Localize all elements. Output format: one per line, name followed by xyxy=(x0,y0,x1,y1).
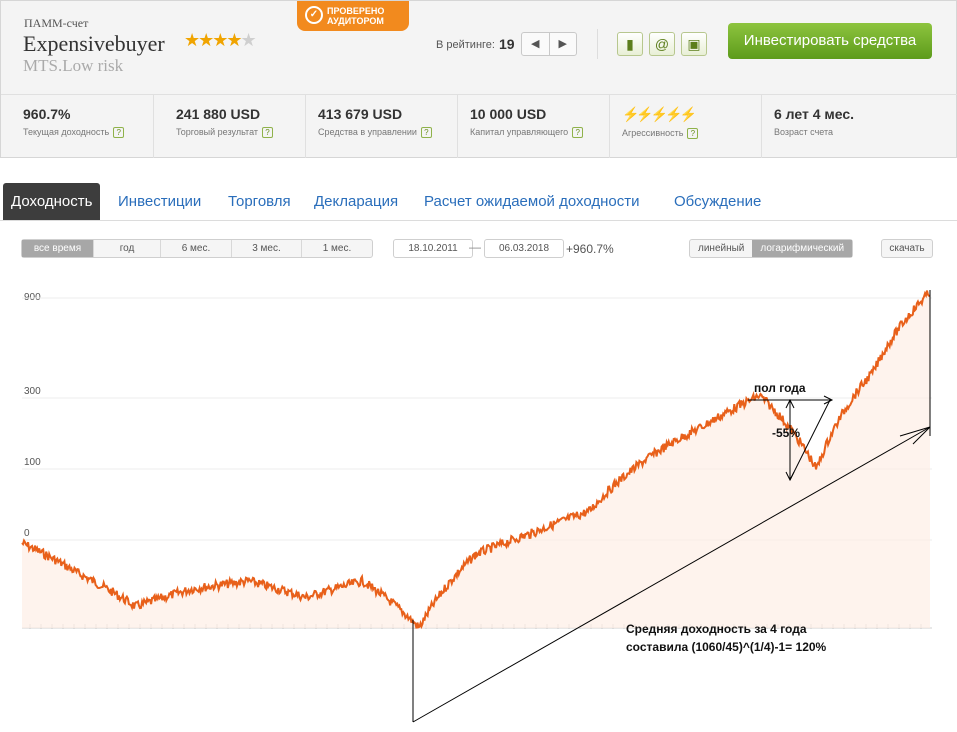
range-3m[interactable]: 3 мес. xyxy=(231,240,301,257)
tab-declaration[interactable]: Декларация xyxy=(314,183,398,220)
stat-value: 6 лет 4 мес. xyxy=(774,106,855,122)
aggressiveness-icon: ⚡⚡⚡⚡⚡ xyxy=(622,106,697,122)
account-name[interactable]: Expensivebuyer xyxy=(23,31,165,57)
rating-label: В рейтинге: xyxy=(436,39,495,51)
scale-log[interactable]: логарифмический xyxy=(752,240,853,257)
stat-value: 413 679 USD xyxy=(318,106,403,122)
stat-aggressiveness: ⚡⚡⚡⚡⚡ Агрессивность? xyxy=(609,95,761,158)
download-button[interactable]: скачать xyxy=(881,239,933,258)
drawdown-annotation: -55% xyxy=(772,426,801,440)
invest-button[interactable]: Инвестировать средства xyxy=(728,23,932,59)
returns-chart xyxy=(21,290,932,723)
range-selector: все время год 6 мес. 3 мес. 1 мес. xyxy=(21,239,373,258)
star-icon: ★★★★ xyxy=(184,30,243,50)
stat-account-age: 6 лет 4 мес. Возраст счета xyxy=(761,95,956,158)
stats-bar: 960.7% Текущая доходность? 241 880 USD Т… xyxy=(1,94,957,158)
tab-expected-return[interactable]: Расчет ожидаемой доходности xyxy=(424,183,640,220)
email-icon: @ xyxy=(654,36,670,52)
seal-icon: ✓ xyxy=(305,6,323,24)
stat-return: 960.7% Текущая доходность? xyxy=(1,95,153,158)
date-to-input[interactable]: 06.03.2018 xyxy=(484,239,564,258)
prev-arrow-icon[interactable]: ◀ xyxy=(522,33,549,55)
audit-badge-label: Проверено аудитором xyxy=(327,6,385,26)
stat-label: Капитал управляющего xyxy=(470,127,569,137)
rating-nav: ◀ ▶ xyxy=(521,32,577,56)
range-year[interactable]: год xyxy=(93,240,160,257)
tab-returns[interactable]: Доходность xyxy=(3,183,101,220)
stat-value: 10 000 USD xyxy=(470,106,547,122)
stat-label: Средства в управлении xyxy=(318,127,417,137)
stat-managed-funds: 413 679 USD Средства в управлении? xyxy=(305,95,457,158)
bookmark-icon: ▮ xyxy=(626,36,634,52)
tab-trading[interactable]: Торговля xyxy=(228,183,291,220)
stat-label: Агрессивность xyxy=(622,128,684,138)
date-from-input[interactable]: 18.10.2011 xyxy=(393,239,473,258)
tab-investments[interactable]: Инвестиции xyxy=(118,183,201,220)
account-subtitle: MTS.Low risk xyxy=(23,56,124,75)
audit-badge: ✓ Проверено аудитором xyxy=(297,1,409,31)
portfolio-button[interactable]: ▣ xyxy=(681,32,707,56)
range-6m[interactable]: 6 мес. xyxy=(160,240,231,257)
help-icon[interactable]: ? xyxy=(113,127,125,138)
period-return: +960.7% xyxy=(566,242,614,256)
date-dash: — xyxy=(469,240,481,254)
help-icon[interactable]: ? xyxy=(262,127,274,138)
help-icon[interactable]: ? xyxy=(420,127,432,138)
stat-label: Торговый результат xyxy=(176,127,259,137)
rating-value: 19 xyxy=(499,36,515,52)
stat-value: 960.7% xyxy=(23,106,71,122)
stat-value: 241 880 USD xyxy=(176,106,261,122)
scale-linear[interactable]: линейный xyxy=(690,240,752,257)
divider xyxy=(597,29,598,59)
help-icon[interactable]: ? xyxy=(572,127,584,138)
average-return-note: Средняя доходность за 4 года составила (… xyxy=(626,622,827,654)
account-header: ПАММ-счет Expensivebuyer ★★★★★ MTS.Low r… xyxy=(0,0,957,158)
star-empty-icon: ★ xyxy=(240,30,257,50)
email-button[interactable]: @ xyxy=(649,32,675,56)
series-area xyxy=(22,290,930,629)
briefcase-icon: ▣ xyxy=(687,36,701,52)
half-year-annotation: пол года xyxy=(754,381,806,395)
stat-manager-capital: 10 000 USD Капитал управляющего? xyxy=(457,95,609,158)
stat-label: Текущая доходность xyxy=(23,127,110,137)
tab-bar: Доходность Инвестиции Торговля Деклараци… xyxy=(0,183,957,221)
scale-selector: линейный логарифмический xyxy=(689,239,854,258)
next-arrow-icon[interactable]: ▶ xyxy=(548,33,577,55)
range-all[interactable]: все время xyxy=(22,240,93,257)
stat-label: Возраст счета xyxy=(774,127,833,137)
pamm-label: ПАММ-счет xyxy=(24,16,89,30)
bookmark-button[interactable]: ▮ xyxy=(617,32,643,56)
help-icon[interactable]: ? xyxy=(687,128,699,139)
stat-trade-result: 241 880 USD Торговый результат? xyxy=(153,95,305,158)
tab-discussion[interactable]: Обсуждение xyxy=(674,183,761,220)
range-1m[interactable]: 1 мес. xyxy=(301,240,372,257)
rating-stars: ★★★★★ xyxy=(184,30,257,51)
